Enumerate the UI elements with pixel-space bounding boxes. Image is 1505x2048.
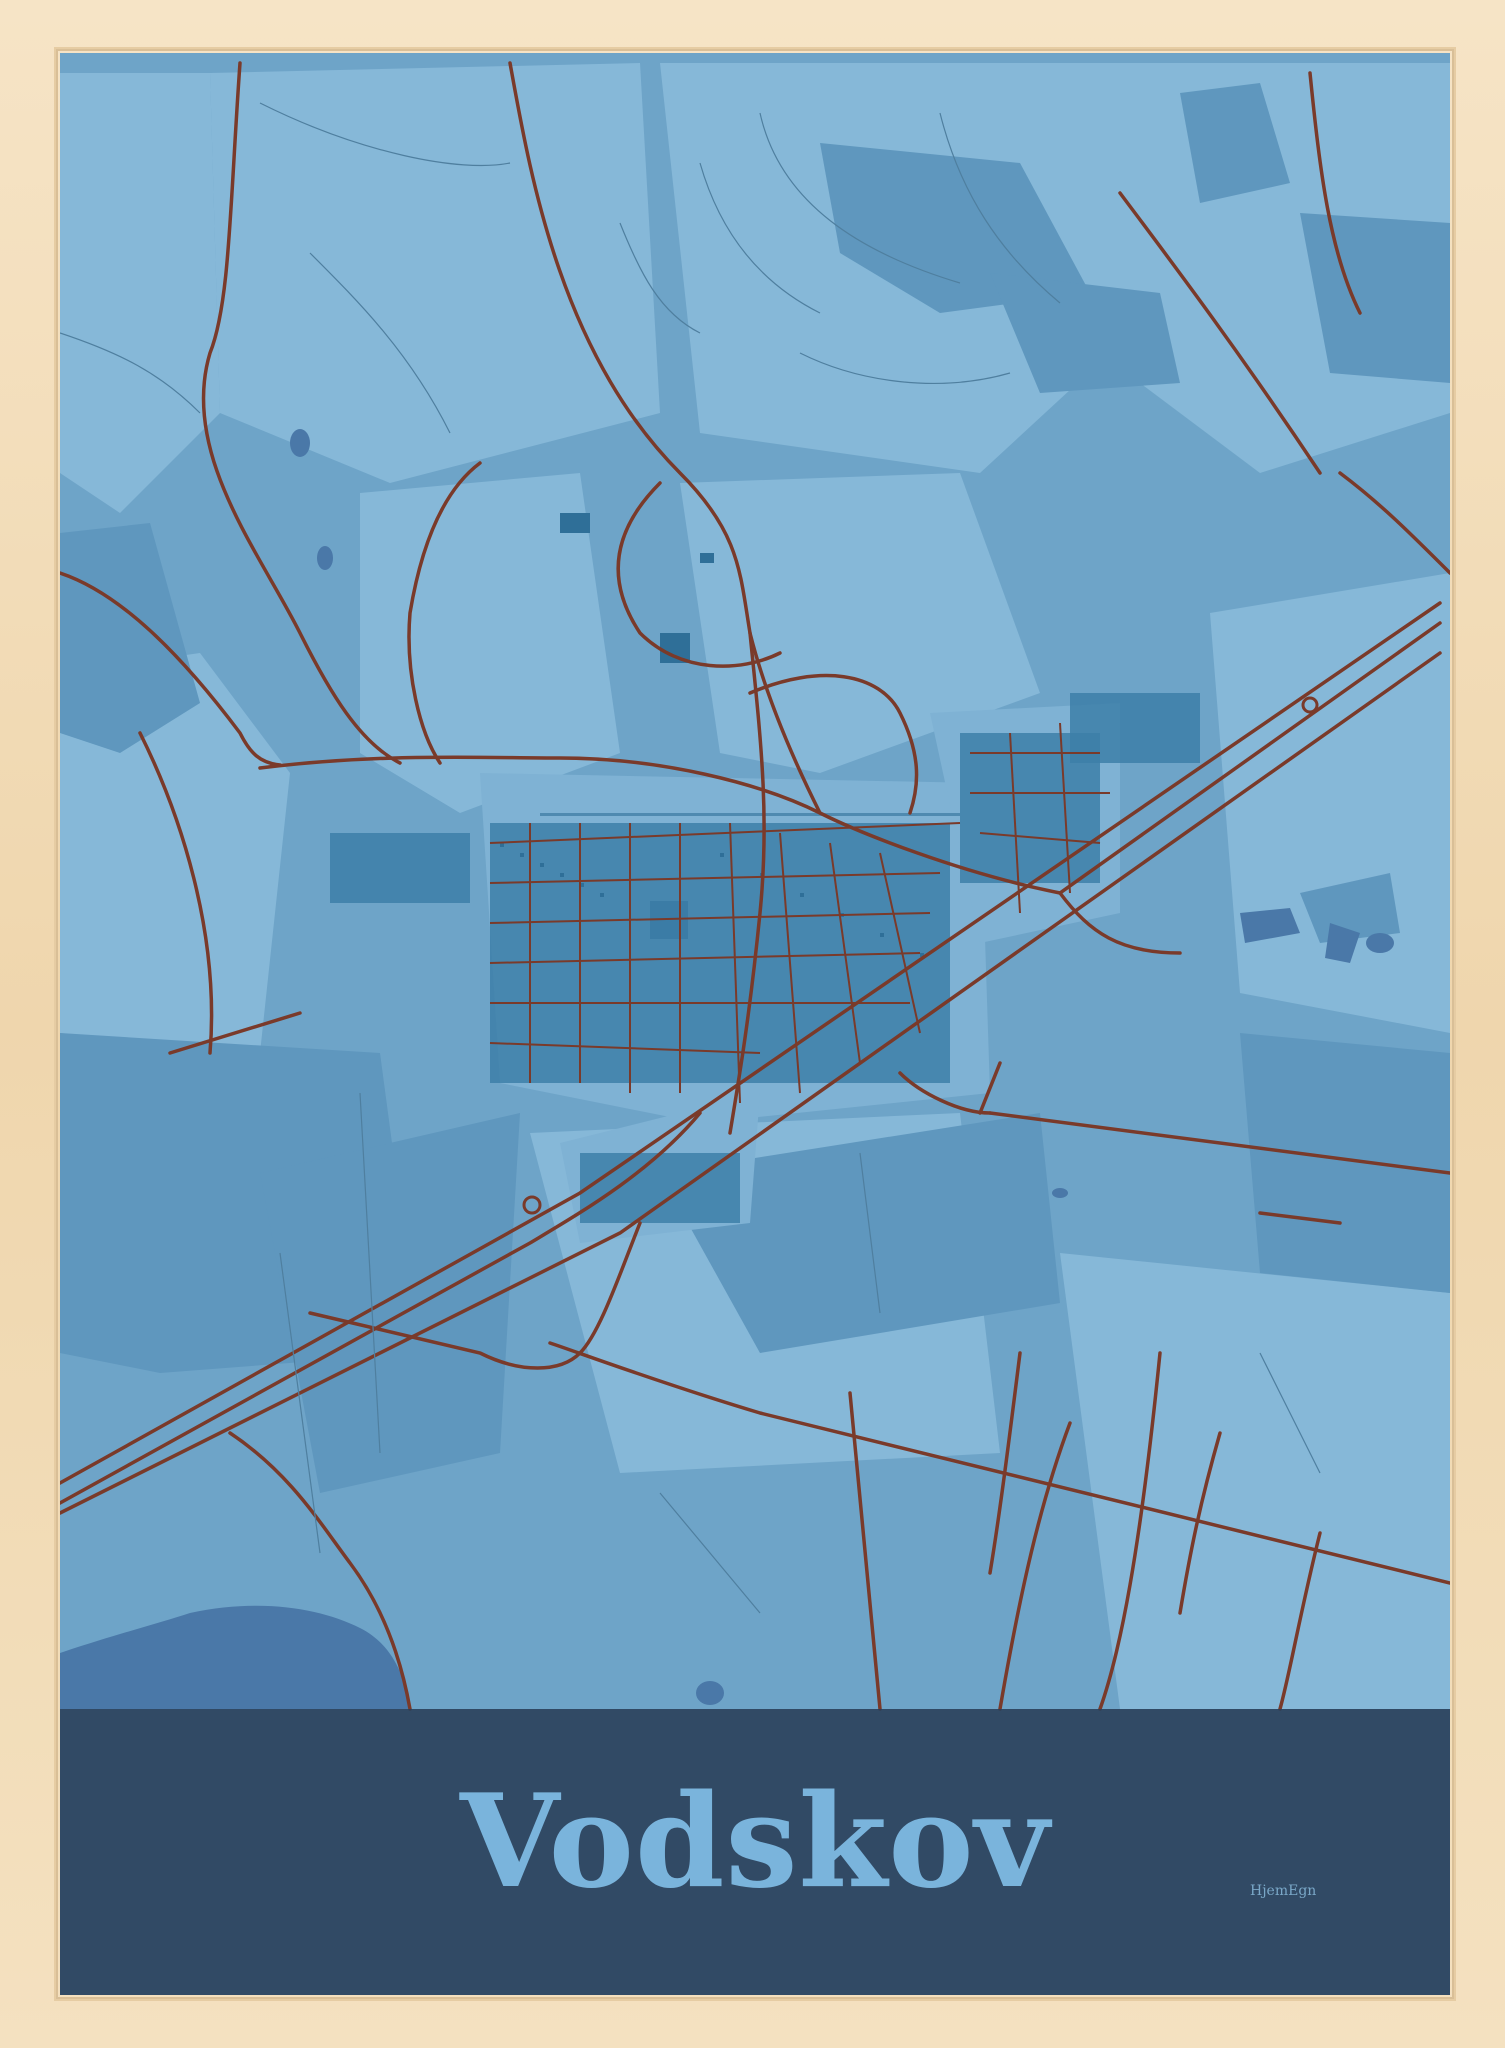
city-title: Vodskov [460, 1767, 1050, 1917]
map-poster: Vodskov HjemEgn [60, 53, 1450, 1995]
brand-logo: HjemEgn [1250, 1883, 1317, 1899]
city-map [60, 53, 1450, 1995]
